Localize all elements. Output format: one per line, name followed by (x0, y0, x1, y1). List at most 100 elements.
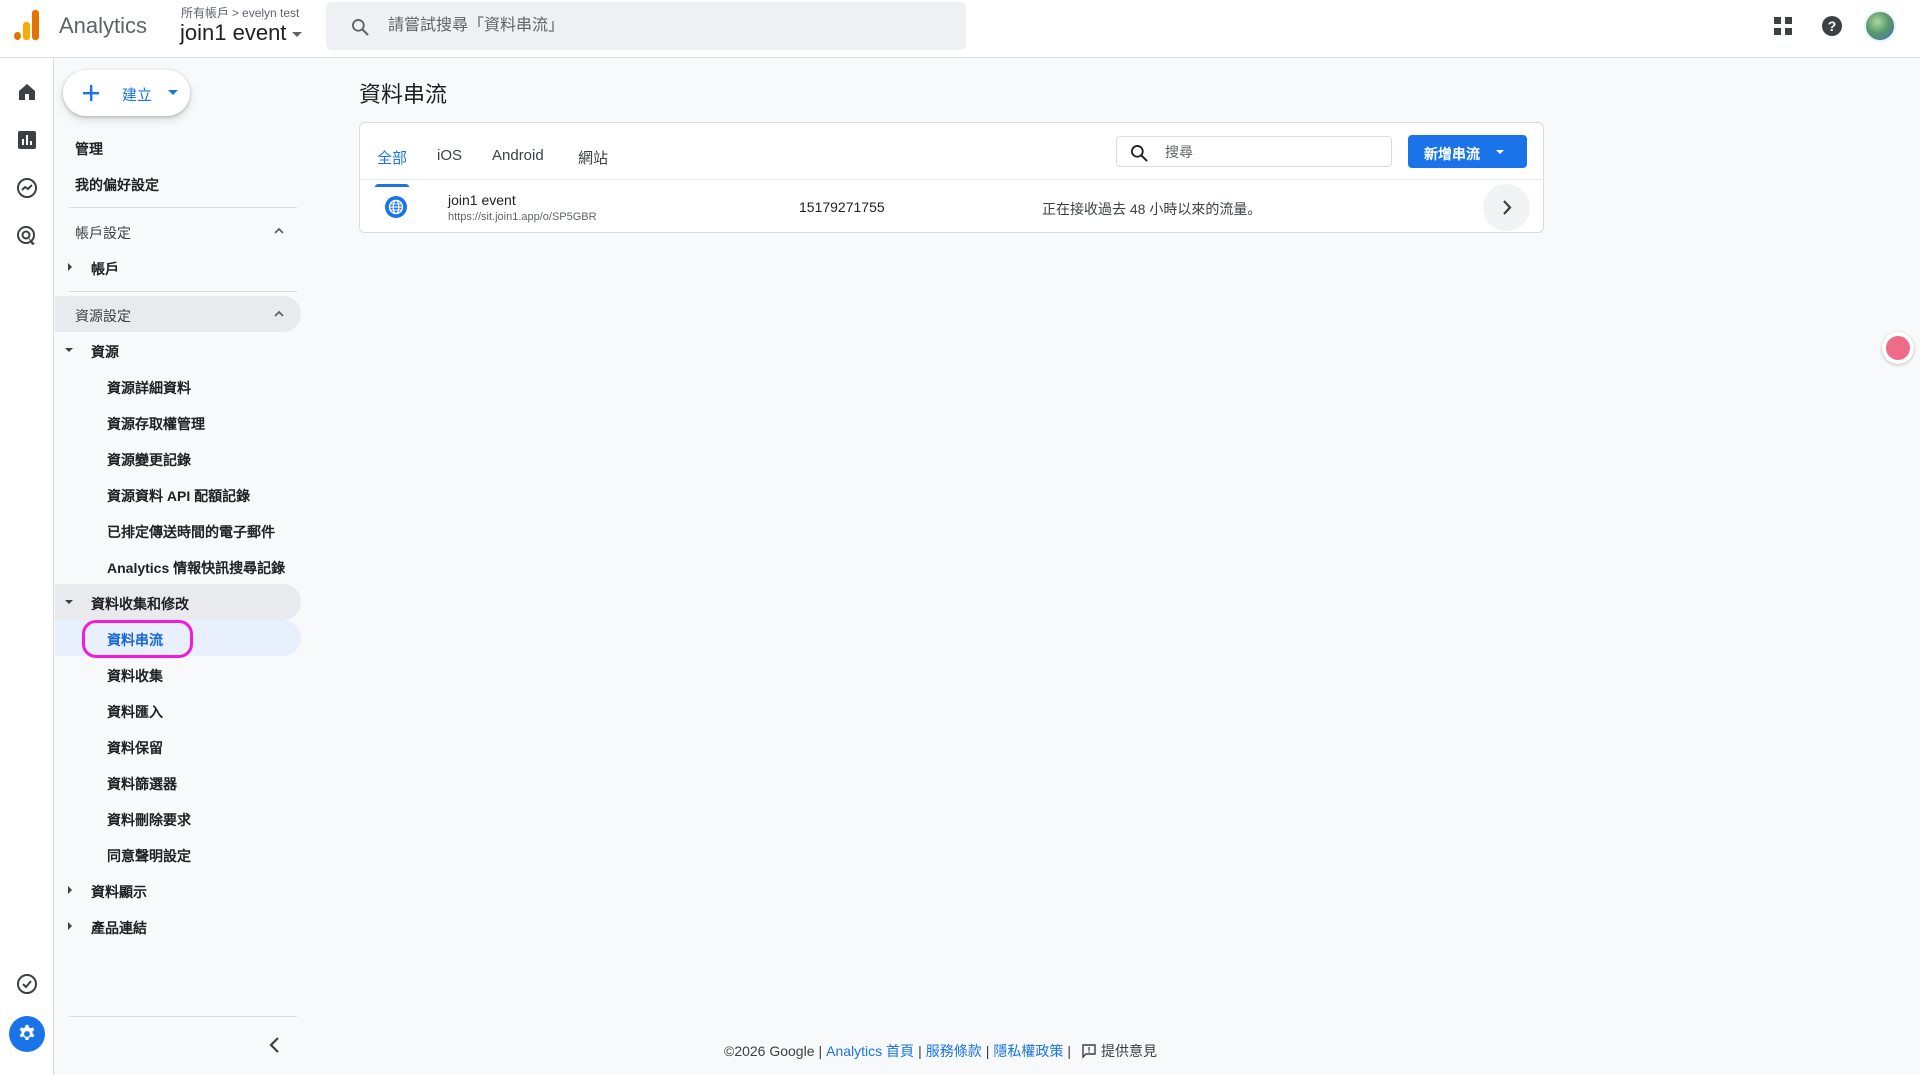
nav-data-display[interactable]: 資料顯示 (55, 872, 301, 908)
nav-data-collection-group[interactable]: 資料收集和修改 (55, 584, 301, 620)
nav-item-label: 資料收集 (107, 668, 163, 684)
nav-item-label: 資源詳細資料 (107, 380, 191, 396)
caret-down-icon (168, 90, 178, 95)
nav-account-settings[interactable]: 帳戶設定 (55, 213, 301, 249)
nav-item-label: 同意聲明設定 (107, 848, 191, 864)
reports-icon[interactable] (15, 128, 39, 152)
nav-item-label: 資料篩選器 (107, 776, 177, 792)
footer-separator: | (918, 1043, 922, 1059)
nav-insights-search-history[interactable]: Analytics 情報快訊搜尋記錄 (55, 548, 301, 584)
nav-product-links[interactable]: 產品連結 (55, 908, 301, 944)
chevron-up-icon (274, 310, 284, 317)
nav-item-label: 資源存取權管理 (107, 416, 205, 432)
top-app-bar: Analytics 所有帳戶>evelyn test join1 event ? (0, 0, 1920, 58)
nav-property-settings[interactable]: 資源設定 (55, 296, 301, 332)
nav-preferences-label: 我的偏好設定 (75, 177, 159, 193)
nav-data-deletion-requests[interactable]: 資料刪除要求 (55, 800, 301, 836)
nav-item-label: 資料匯入 (107, 704, 163, 720)
add-stream-label: 新增串流 (1424, 146, 1480, 162)
nav-item-label: 資料保留 (107, 740, 163, 756)
nav-item-label: 資源資料 API 配額記錄 (107, 488, 251, 504)
property-selector[interactable]: join1 event (180, 20, 303, 46)
open-stream-button[interactable] (1483, 184, 1530, 231)
nav-property-details[interactable]: 資源詳細資料 (55, 368, 301, 404)
create-button-label: 建立 (122, 87, 153, 104)
tab-ios[interactable]: iOS (437, 147, 462, 179)
collapse-sidebar-chevron-left-icon[interactable] (262, 1034, 288, 1056)
stream-search-field[interactable] (1116, 136, 1392, 167)
nav-property[interactable]: 資源 (55, 332, 301, 368)
nav-product-links-label: 產品連結 (91, 920, 147, 936)
global-search-bar[interactable] (326, 2, 966, 50)
breadcrumb[interactable]: 所有帳戶 > evelyn test (181, 4, 299, 21)
footer-terms-link[interactable]: 服務條款 (926, 1043, 982, 1059)
nav-property-label: 資源 (91, 344, 119, 360)
tab-all[interactable]: 全部 (374, 147, 410, 187)
explore-icon[interactable] (15, 176, 39, 200)
global-search-input[interactable] (388, 10, 948, 42)
svg-text:?: ? (1828, 18, 1837, 34)
nav-item-label: 資料串流 (107, 632, 163, 648)
footer: ©2026 Google | Analytics 首頁 | 服務條款 | 隱私權政策 | 提供意… (724, 1041, 1157, 1061)
product-name[interactable]: Analytics (59, 13, 147, 39)
nav-admin[interactable]: 管理 (55, 129, 301, 165)
table-row[interactable]: join1 event https://sit.join1.app/o/SP5G… (360, 180, 1543, 232)
stream-status: 正在接收過去 48 小時以來的流量。 (1042, 201, 1262, 217)
expand-right-icon (68, 263, 72, 271)
nav-data-streams[interactable]: 資料串流 (55, 620, 301, 656)
translate-icon (1886, 336, 1910, 360)
floating-translate-helper[interactable] (1882, 332, 1914, 364)
tab-android[interactable]: Android (492, 147, 544, 179)
footer-privacy-link[interactable]: 隱私權政策 (993, 1043, 1063, 1059)
nav-admin-label: 管理 (75, 141, 103, 157)
nav-preferences[interactable]: 我的偏好設定 (55, 165, 301, 201)
nav-property-change-history[interactable]: 資源變更記錄 (55, 440, 301, 476)
chevron-up-icon (274, 227, 284, 234)
nav-data-collection[interactable]: 資料收集 (55, 656, 301, 692)
expand-right-icon (68, 886, 72, 894)
nav-divider (69, 291, 297, 292)
nav-divider (69, 1016, 297, 1017)
nav-divider (69, 207, 297, 208)
expand-down-icon (65, 348, 73, 352)
nav-data-filters[interactable]: 資料篩選器 (55, 764, 301, 800)
footer-separator: | (818, 1043, 823, 1059)
breadcrumb-root[interactable]: 所有帳戶 (181, 6, 229, 20)
nav-data-import[interactable]: 資料匯入 (55, 692, 301, 728)
nav-item-label: Analytics 情報快訊搜尋記錄 (107, 560, 286, 576)
analytics-logo-icon[interactable] (14, 10, 40, 40)
footer-analytics-home-link[interactable]: Analytics 首頁 (826, 1043, 914, 1059)
admin-settings-button[interactable] (9, 1016, 45, 1052)
create-button[interactable]: 建立 (63, 70, 190, 116)
nav-data-collection-group-label: 資料收集和修改 (91, 596, 189, 612)
help-icon[interactable]: ? (1820, 14, 1844, 38)
nav-account[interactable]: 帳戶 (55, 249, 301, 285)
nav-property-access[interactable]: 資源存取權管理 (55, 404, 301, 440)
stream-search-input[interactable] (1165, 141, 1375, 163)
nav-item-label: 已排定傳送時間的電子郵件 (107, 524, 275, 540)
chevron-right-icon (1503, 200, 1512, 215)
nav-account-settings-label: 帳戶設定 (75, 225, 131, 241)
nav-scheduled-emails[interactable]: 已排定傳送時間的電子郵件 (55, 512, 301, 548)
tab-web[interactable]: 網站 (578, 147, 608, 179)
nav-account-label: 帳戶 (91, 261, 119, 277)
page-title: 資料串流 (359, 82, 448, 107)
web-globe-icon (385, 196, 407, 218)
settings-gear-icon (19, 1024, 35, 1040)
nav-data-retention[interactable]: 資料保留 (55, 728, 301, 764)
breadcrumb-account[interactable]: evelyn test (242, 6, 299, 20)
footer-feedback[interactable]: 提供意見 (1101, 1043, 1157, 1059)
nav-consent-settings[interactable]: 同意聲明設定 (55, 836, 301, 872)
nav-property-api-quota[interactable]: 資源資料 API 配額記錄 (55, 476, 301, 512)
account-avatar[interactable] (1864, 10, 1896, 42)
admin-sidebar: 建立 管理 我的偏好設定 帳戶設定 帳戶 資源設定 資源 資源詳細資料 資源存取… (55, 58, 301, 1075)
home-icon[interactable] (15, 80, 39, 104)
add-stream-button[interactable]: 新增串流 (1408, 135, 1527, 168)
search-icon (1131, 145, 1148, 162)
advertising-icon[interactable] (15, 224, 39, 248)
stream-url: https://sit.join1.app/o/SP5GBR (448, 211, 597, 223)
check-circle-icon[interactable] (15, 972, 39, 996)
expand-right-icon (68, 922, 72, 930)
caret-down-icon (292, 31, 303, 37)
apps-grid-icon[interactable] (1771, 14, 1795, 38)
